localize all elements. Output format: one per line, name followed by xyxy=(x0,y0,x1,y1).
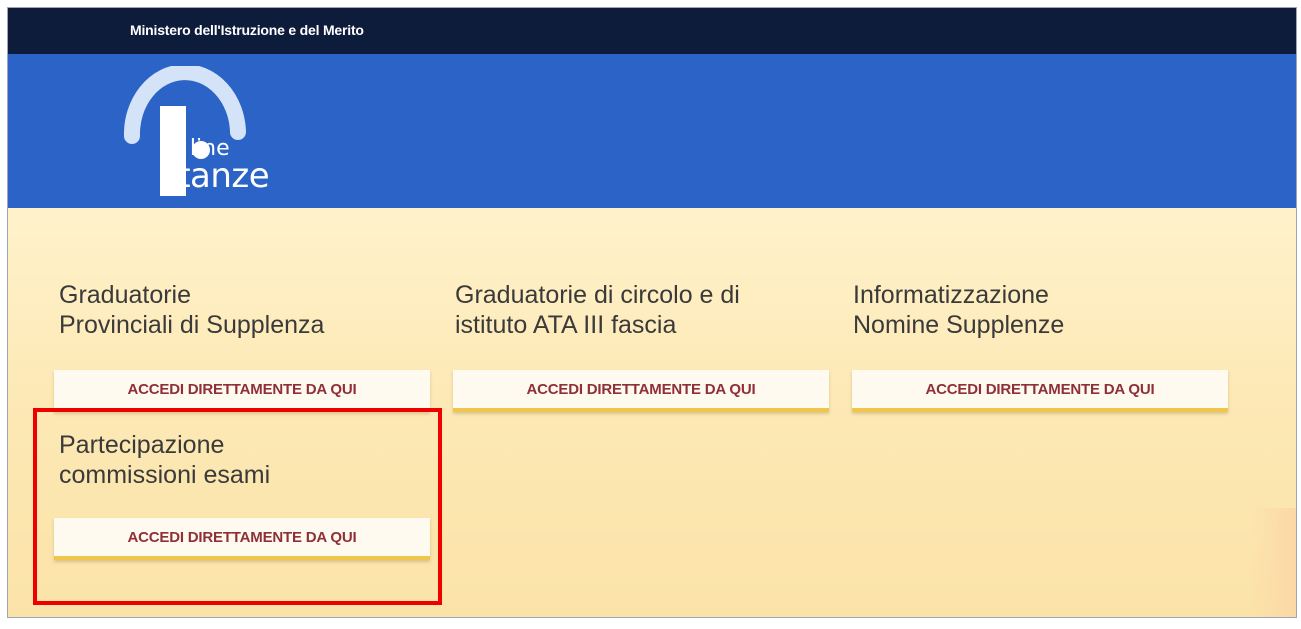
site-header: n line stanze xyxy=(8,54,1296,208)
access-button-ata[interactable]: ACCEDI DIRETTAMENTE DA QUI xyxy=(453,370,829,412)
access-button-gps[interactable]: ACCEDI DIRETTAMENTE DA QUI xyxy=(54,370,430,412)
ministry-label: Ministero dell'Istruzione e del Merito xyxy=(130,22,364,38)
istanze-online-logo[interactable]: n line stanze xyxy=(112,66,372,206)
access-button-nomine[interactable]: ACCEDI DIRETTAMENTE DA QUI xyxy=(852,370,1228,412)
top-bar: Ministero dell'Istruzione e del Merito xyxy=(8,8,1296,54)
logo-stanze-text: stanze xyxy=(160,156,270,196)
card-title-nomine: Informatizzazione Nomine Supplenze xyxy=(853,281,1065,339)
card-title-gps: Graduatorie Provinciali di Supplenza xyxy=(59,281,325,339)
highlight-annotation xyxy=(33,408,442,605)
card-title-ata: Graduatorie di circolo e di istituto ATA… xyxy=(455,281,740,339)
